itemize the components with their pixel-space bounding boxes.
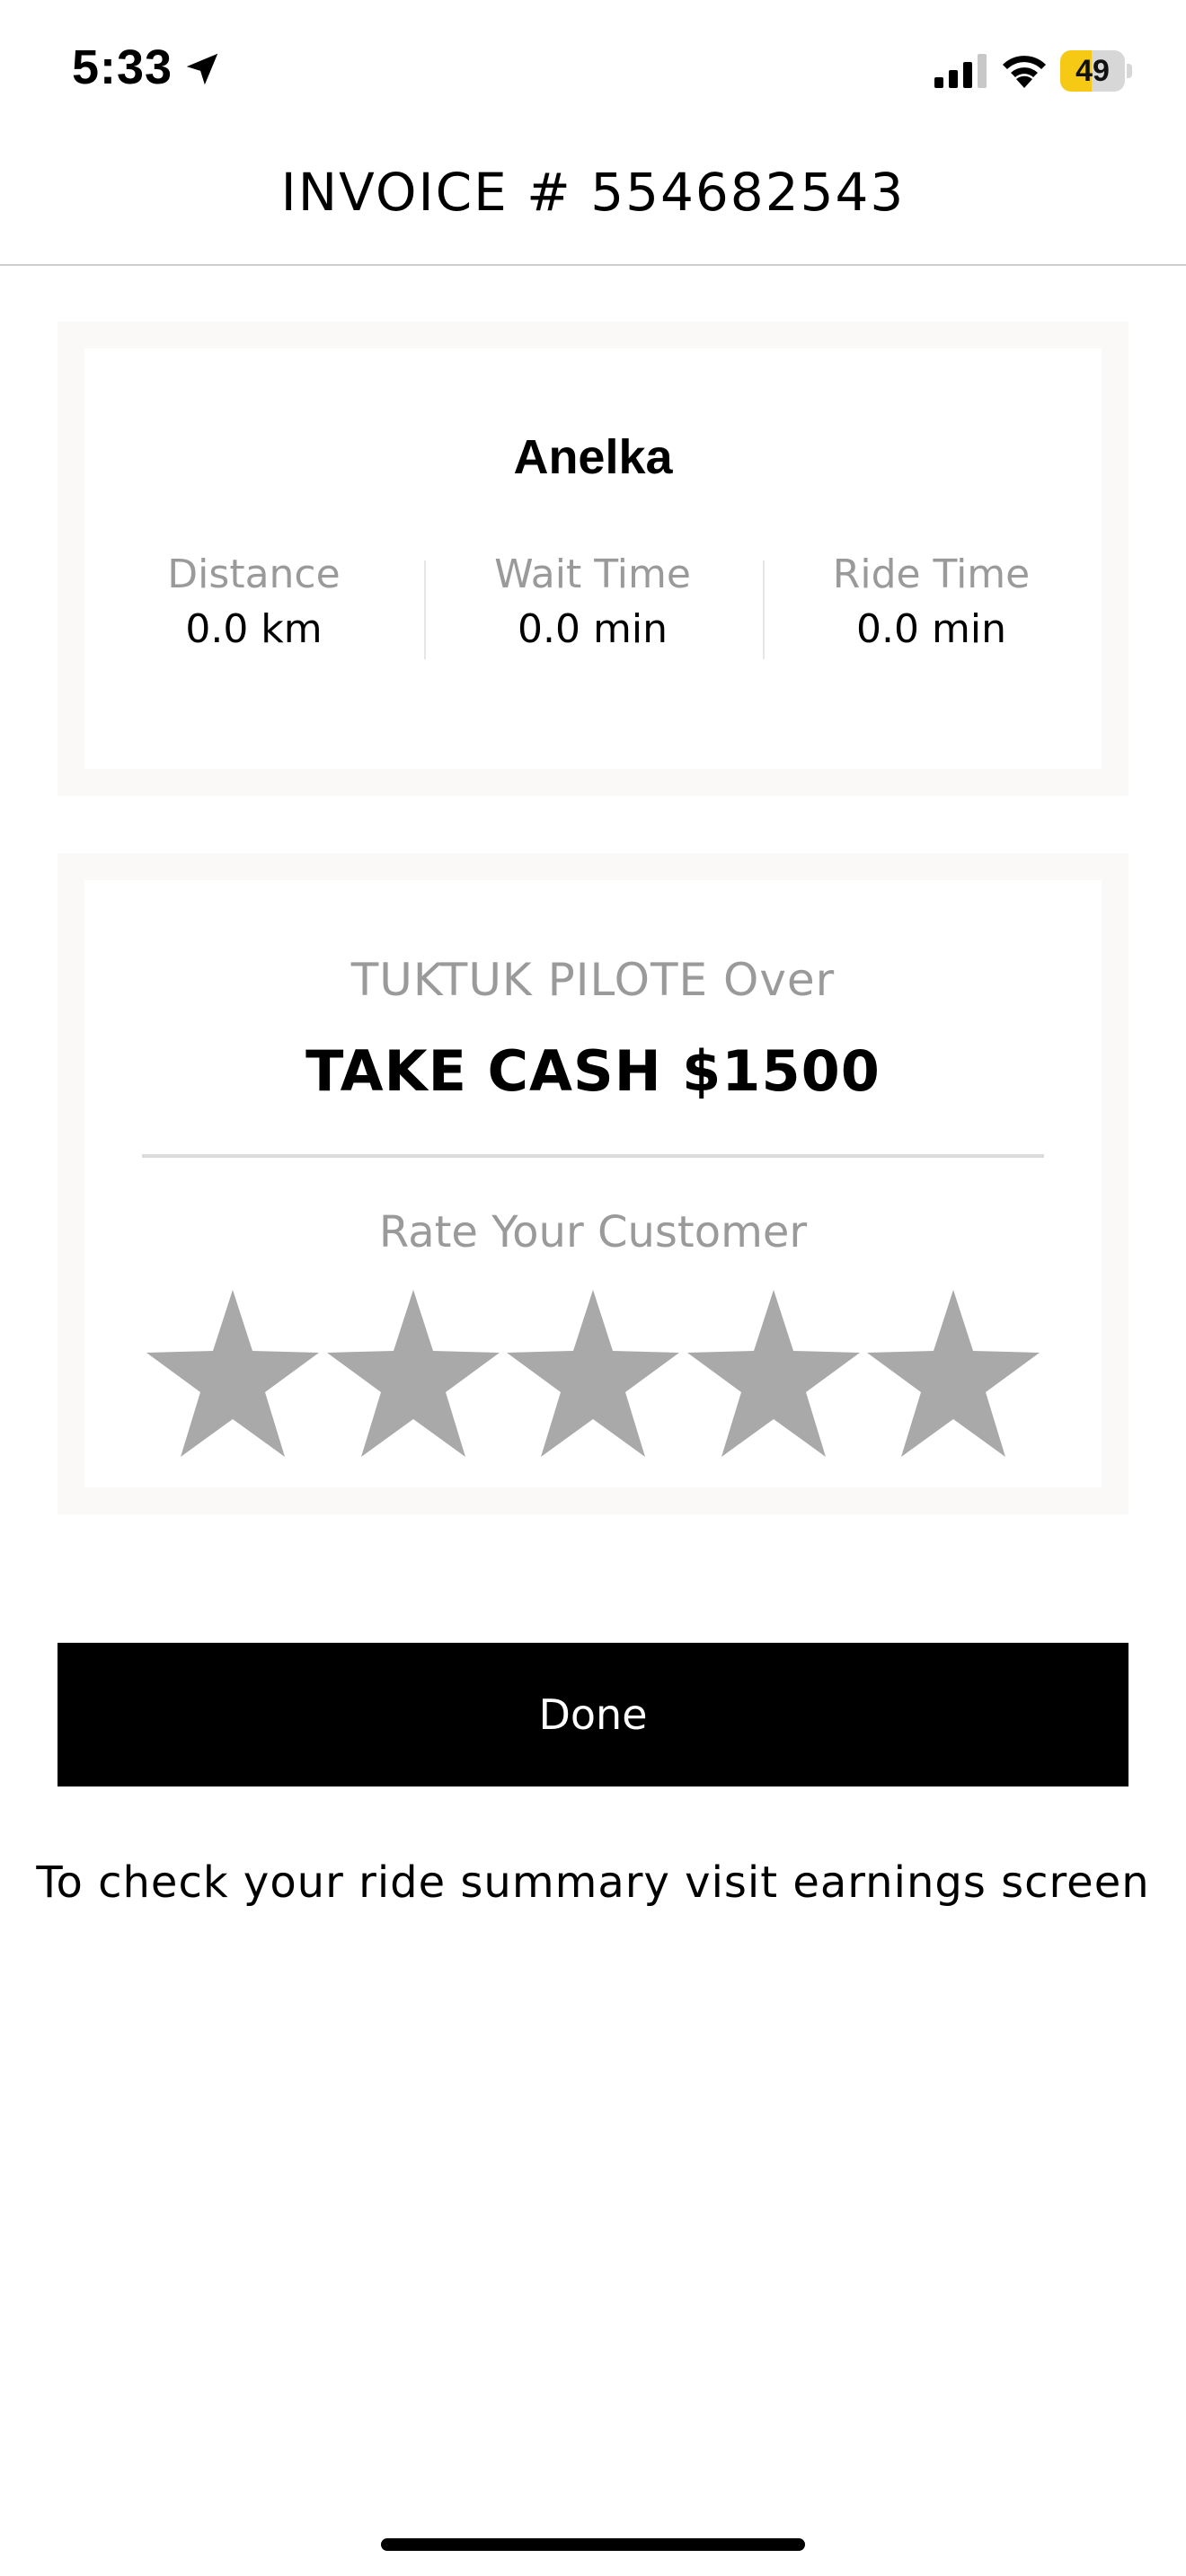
star-5-icon[interactable] xyxy=(863,1290,1044,1460)
metric-ride-time: Ride Time 0.0 min xyxy=(762,548,1101,661)
wifi-icon xyxy=(1003,56,1046,88)
provider-label: TUKTUK PILOTE Over xyxy=(350,954,836,1006)
metric-label: Wait Time xyxy=(494,551,691,597)
page-title: INVOICE # 554682543 xyxy=(280,162,906,223)
rate-customer-label: Rate Your Customer xyxy=(378,1207,808,1257)
earnings-summary-note: To check your ride summary visit earning… xyxy=(36,1857,1150,1908)
star-1-icon[interactable] xyxy=(142,1290,323,1460)
payment-rating-card-inner: TUKTUK PILOTE Over TAKE CASH $1500 Rate … xyxy=(84,880,1102,1487)
star-4-icon[interactable] xyxy=(683,1290,864,1460)
cellular-signal-icon xyxy=(934,54,987,88)
battery-icon: 49 xyxy=(1060,50,1132,92)
star-2-icon[interactable] xyxy=(323,1290,504,1460)
home-indicator xyxy=(381,2538,805,2551)
star-rating xyxy=(142,1290,1044,1460)
trip-summary-card-inner: Anelka Distance 0.0 km Wait Time 0.0 min… xyxy=(84,348,1102,769)
done-button[interactable]: Done xyxy=(58,1643,1128,1786)
invoice-header: INVOICE # 554682543 xyxy=(0,135,1186,266)
location-arrow-icon xyxy=(186,53,218,85)
battery-cap xyxy=(1127,64,1132,78)
metric-value: 0.0 km xyxy=(185,606,323,652)
metric-distance: Distance 0.0 km xyxy=(84,548,423,661)
battery-body: 49 xyxy=(1060,50,1125,92)
metric-wait-time: Wait Time 0.0 min xyxy=(423,548,762,661)
status-time: 5:33 xyxy=(72,40,173,94)
divider xyxy=(142,1154,1044,1158)
customer-name: Anelka xyxy=(513,430,673,484)
star-3-icon[interactable] xyxy=(502,1290,684,1460)
metric-label: Ride Time xyxy=(832,551,1031,597)
cash-amount: TAKE CASH $1500 xyxy=(305,1038,881,1104)
battery-level: 49 xyxy=(1075,54,1110,88)
trip-metrics: Distance 0.0 km Wait Time 0.0 min Ride T… xyxy=(84,548,1102,661)
metric-label: Distance xyxy=(167,551,341,597)
trip-summary-card: Anelka Distance 0.0 km Wait Time 0.0 min… xyxy=(58,322,1128,796)
payment-rating-card: TUKTUK PILOTE Over TAKE CASH $1500 Rate … xyxy=(58,853,1128,1514)
status-bar: 5:33 49 xyxy=(0,0,1186,135)
metric-value: 0.0 min xyxy=(518,606,668,652)
metric-value: 0.0 min xyxy=(856,606,1006,652)
